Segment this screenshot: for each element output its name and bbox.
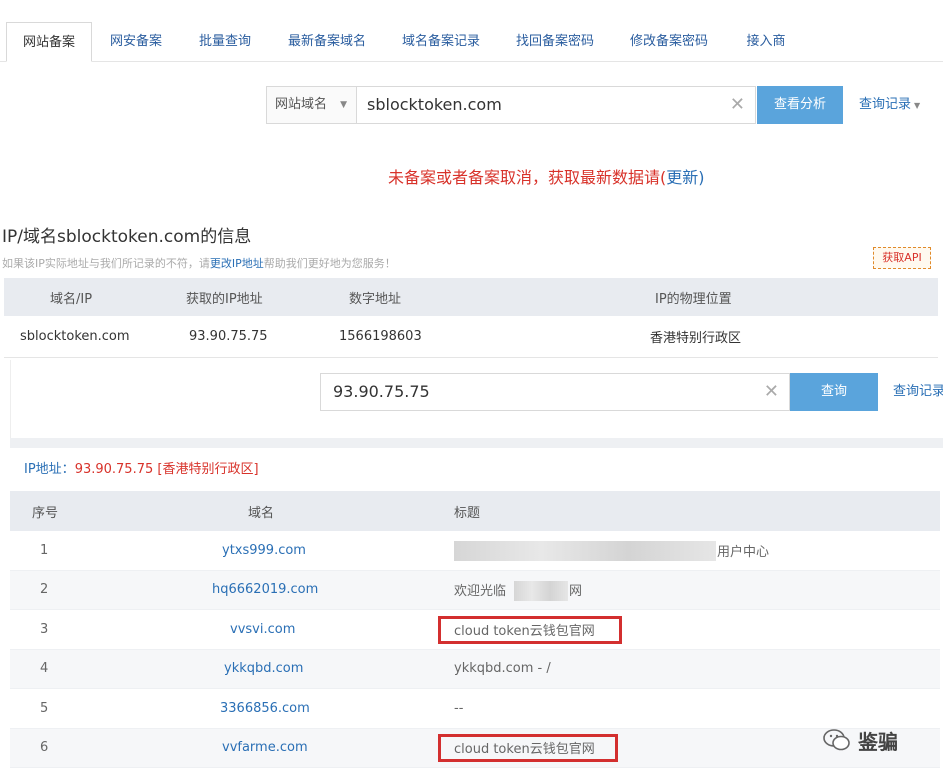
ip-query-history-link[interactable]: 查询记录 — [893, 373, 943, 411]
ip-address-location: [香港特别行政区] — [157, 462, 259, 477]
caret-down-icon: ▼ — [340, 100, 347, 110]
row-number: 3 — [40, 621, 49, 637]
table-row: sblocktoken.com 93.90.75.75 1566198603 香… — [4, 316, 938, 358]
analyze-button[interactable]: 查看分析 — [757, 86, 843, 124]
tab-latest-domains[interactable]: 最新备案域名 — [270, 22, 384, 62]
change-ip-link[interactable]: 更改IP地址 — [210, 257, 264, 270]
row-number: 6 — [40, 740, 49, 756]
divider — [10, 438, 943, 448]
query-history-link[interactable]: 查询记录 ▼ — [859, 86, 920, 124]
domain-table-header: 序号 域名 标题 — [10, 491, 940, 531]
ip-search-input[interactable]: 93.90.75.75 — [333, 374, 430, 410]
ip-address-line: IP地址：93.90.75.75 [香港特别行政区] — [24, 458, 259, 477]
info-title: IP/域名sblocktoken.com的信息 — [2, 227, 252, 247]
clear-icon[interactable]: ✕ — [764, 374, 779, 410]
table-row: 1 ytxs999.com 用户中心 — [10, 531, 940, 571]
tab-batch-query[interactable]: 批量查询 — [180, 22, 270, 62]
tab-security-filing[interactable]: 网安备案 — [92, 22, 180, 62]
row-number: 2 — [40, 582, 49, 598]
header-domain: 域名 — [248, 505, 275, 521]
tab-access-provider[interactable]: 接入商 — [726, 22, 806, 62]
row-title-prefix: 欢迎光临 — [454, 584, 507, 600]
header-ip-address: 获取的IP地址 — [186, 291, 263, 307]
row-domain-link[interactable]: 3366856.com — [220, 689, 310, 728]
ip-row-ip: 93.90.75.75 — [189, 329, 268, 344]
caret-down-icon: ▼ — [914, 101, 921, 110]
header-domain-ip: 域名/IP — [50, 291, 93, 307]
header-numeric-address: 数字地址 — [349, 291, 402, 307]
watermark: 鉴骗 — [822, 725, 898, 755]
header-title: 标题 — [454, 505, 481, 521]
row-domain-link[interactable]: vvfarme.com — [222, 729, 308, 768]
get-api-button[interactable]: 获取API — [873, 247, 931, 269]
top-spacer — [0, 0, 943, 22]
ip-address-label: IP地址： — [24, 462, 75, 477]
notice-close-paren: ) — [698, 168, 705, 187]
row-domain-link[interactable]: ytxs999.com — [222, 531, 306, 570]
table-row: 4 ykkqbd.com ykkqbd.com - / — [10, 649, 940, 689]
tab-bar: 网站备案 网安备案 批量查询 最新备案域名 域名备案记录 找回备案密码 修改备案… — [0, 22, 943, 62]
row-domain-link[interactable]: vvsvi.com — [230, 610, 295, 649]
ip-row-numeric: 1566198603 — [339, 329, 422, 344]
table-row: 5 3366856.com -- — [10, 689, 940, 729]
tab-website-filing[interactable]: 网站备案 — [6, 22, 92, 62]
info-sub-after: 帮助我们更好地为您服务！ — [263, 257, 396, 270]
info-subtitle: 如果该IP实际地址与我们所记录的不符，请更改IP地址帮助我们更好地为您服务！ — [2, 255, 396, 271]
row-number: 1 — [40, 542, 49, 558]
row-title-suffix: 网 — [569, 584, 583, 600]
redacted-block — [454, 541, 716, 561]
header-number: 序号 — [32, 505, 59, 521]
row-number: 5 — [40, 700, 49, 716]
query-history-label: 查询记录 — [859, 97, 912, 112]
highlight-box — [438, 733, 618, 762]
filing-notice: 未备案或者备案取消，获取最新数据请(更新) — [388, 164, 705, 188]
clear-icon[interactable]: ✕ — [730, 87, 745, 123]
header-physical-location: IP的物理位置 — [655, 291, 732, 307]
row-domain-link[interactable]: ykkqbd.com — [224, 650, 303, 689]
domain-search-box: 网站域名 ▼ sblocktoken.com ✕ — [266, 86, 756, 124]
ip-row-domain: sblocktoken.com — [20, 329, 130, 344]
highlight-box — [438, 616, 622, 644]
redacted-block — [514, 580, 568, 601]
table-row: 3 vvsvi.com cloud token云钱包官网 — [10, 610, 940, 650]
search-type-label: 网站域名 — [275, 97, 328, 112]
row-title: -- — [454, 700, 464, 716]
row-number: 4 — [40, 661, 49, 677]
row-domain-link[interactable]: hq6662019.com — [212, 571, 318, 610]
update-link[interactable]: 更新 — [666, 168, 698, 187]
ip-address-value: 93.90.75.75 — [74, 462, 154, 477]
tab-change-password[interactable]: 修改备案密码 — [612, 22, 726, 62]
tab-recover-password[interactable]: 找回备案密码 — [498, 22, 612, 62]
watermark-text: 鉴骗 — [858, 729, 898, 754]
table-row: 2 hq6662019.com 欢迎光临 网 — [10, 570, 940, 610]
row-title: ykkqbd.com - / — [454, 661, 551, 677]
notice-text: 未备案或者备案取消，获取最新数据请( — [388, 168, 667, 187]
domain-search-input[interactable]: sblocktoken.com — [367, 87, 727, 123]
ip-search-box: 93.90.75.75 ✕ — [320, 373, 790, 411]
ip-row-location: 香港特别行政区 — [650, 331, 742, 346]
row-title: 用户中心 — [717, 544, 770, 560]
ip-table-header: 域名/IP 获取的IP地址 数字地址 IP的物理位置 — [4, 278, 938, 316]
info-sub-before: 如果该IP实际地址与我们所记录的不符，请 — [2, 257, 210, 270]
wechat-icon — [823, 729, 850, 751]
tab-domain-records[interactable]: 域名备案记录 — [384, 22, 498, 62]
search-type-select[interactable]: 网站域名 ▼ — [267, 87, 357, 123]
table-row: 6 vvfarme.com cloud token云钱包官网 — [10, 728, 940, 768]
query-button[interactable]: 查询 — [790, 373, 878, 411]
